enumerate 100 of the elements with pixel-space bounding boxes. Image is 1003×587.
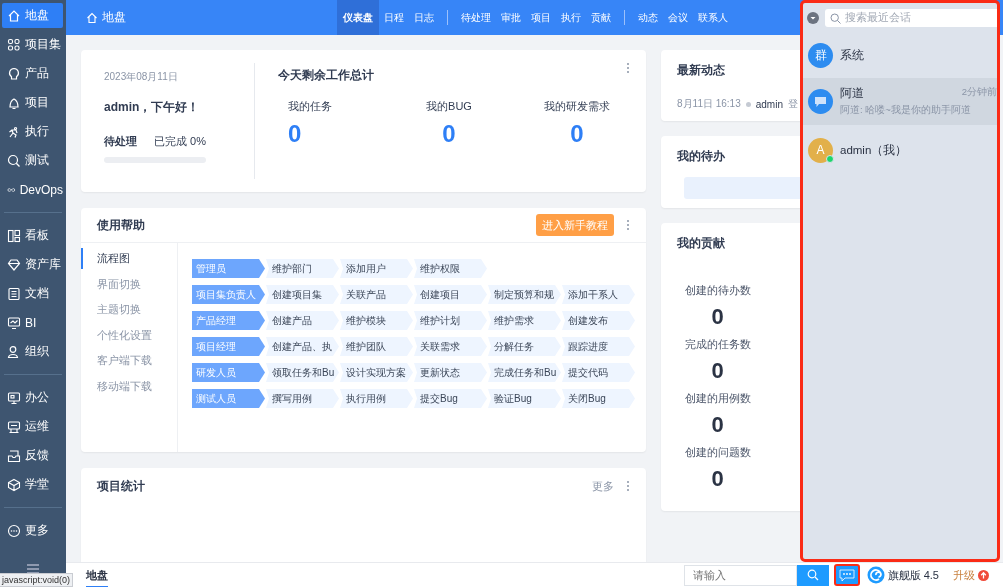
search-icon (806, 569, 819, 581)
stat-value[interactable]: 0 (442, 120, 456, 148)
sidebar-item[interactable]: 测试 (2, 148, 63, 173)
sidebar-item[interactable]: 资产库 (2, 252, 63, 277)
chat-button[interactable] (833, 564, 860, 586)
greeting-text: admin，下午好！ (104, 99, 200, 116)
card-title: 我的待办 (677, 148, 725, 165)
more-options-icon[interactable] (626, 62, 630, 74)
sidebar-item[interactable]: 更多 (2, 518, 63, 543)
stat-label: 完成的任务数 (684, 338, 751, 352)
sidebar-item[interactable]: 项目 (2, 90, 63, 115)
sidebar-item[interactable]: 反馈 (2, 443, 63, 468)
search-icon (7, 153, 21, 168)
more-link[interactable]: 更多 (592, 478, 614, 494)
stat-value[interactable]: 0 (288, 120, 302, 148)
step-chevron: 添加用户 (340, 259, 413, 278)
help-menu-item[interactable]: 主题切换 (81, 299, 177, 321)
nav-tab[interactable]: 动态 (633, 0, 663, 35)
sidebar-item[interactable]: 运维 (2, 414, 63, 439)
help-menu-item[interactable]: 流程图 (81, 248, 177, 269)
breadcrumb[interactable]: 地盘 (66, 0, 337, 35)
edition-label: 旗舰版 4.5 (887, 567, 939, 583)
sidebar-item[interactable]: BI (2, 310, 63, 335)
nav-tab[interactable]: 待处理 (456, 0, 496, 35)
upgrade-link[interactable]: 升级 (953, 567, 989, 583)
up-arrow-icon (978, 569, 989, 581)
step-chevron: 创建发布 (562, 311, 635, 330)
search-field[interactable]: 请输入 (683, 564, 797, 586)
stat-label: 我的BUG (426, 99, 472, 114)
nav-tab[interactable]: 联系人 (693, 0, 733, 35)
step-chevron: 创建产品、执 (266, 337, 339, 356)
more-icon (7, 523, 21, 538)
sidebar-item[interactable]: 组织 (2, 339, 63, 364)
step-chevron: 维护团队 (340, 337, 413, 356)
nav-tab[interactable]: 执行 (556, 0, 586, 35)
running-figure-icon (7, 124, 21, 139)
conversation-item[interactable]: 群 系统 (803, 33, 997, 77)
help-menu-item[interactable]: 个性化设置 (81, 324, 177, 346)
step-chevron: 维护需求 (488, 311, 561, 330)
pending-label: 待处理 (104, 134, 137, 149)
conversation-item[interactable]: A admin（我） (803, 128, 997, 172)
search-button[interactable] (796, 564, 829, 586)
nav-tab[interactable]: 项目 (526, 0, 556, 35)
bottom-tab[interactable]: 地盘 (86, 562, 108, 587)
collapse-icon[interactable] (807, 12, 819, 24)
stat-value: 0 (711, 412, 724, 438)
card-title: 我的贡献 (677, 235, 725, 252)
more-options-icon[interactable] (626, 480, 630, 492)
sidebar-item[interactable]: 执行 (2, 119, 63, 144)
home-icon (7, 8, 21, 23)
cube-icon (7, 477, 21, 492)
sidebar-item[interactable]: 地盘 (2, 3, 63, 28)
sidebar-item[interactable]: 看板 (2, 223, 63, 248)
tutorial-button[interactable]: 进入新手教程 (536, 214, 614, 236)
step-chevron: 创建产品 (266, 311, 339, 330)
diamond-icon (7, 257, 21, 272)
person-icon (7, 344, 21, 359)
sidebar-item[interactable]: 产品 (2, 61, 63, 86)
swirl-logo-icon (866, 566, 885, 584)
step-chevron: 创建项目集 (266, 285, 339, 304)
conversation-name: 系统 (840, 47, 864, 63)
sidebar-item[interactable]: 办公 (2, 385, 63, 410)
search-field[interactable]: 搜索最近会话 (825, 9, 997, 27)
event-user: admin (755, 98, 783, 110)
help-menu-item[interactable]: 界面切换 (81, 273, 177, 295)
monitor-icon (7, 419, 21, 434)
nav-tab[interactable]: 贡献 (586, 0, 616, 35)
step-chevron: 制定预算和规 (488, 285, 561, 304)
board-icon (7, 228, 21, 243)
step-chevron: 更新状态 (414, 363, 487, 382)
sidebar-item[interactable]: 项目集 (2, 32, 63, 57)
help-menu-item[interactable]: 移动端下载 (81, 375, 177, 397)
speech-bubble-icon (814, 95, 827, 108)
message-preview: 阿道: 哈喽~我是你的助手阿道 (840, 104, 972, 117)
role-chevron: 产品经理 (192, 311, 265, 330)
monitor-icon (7, 390, 21, 405)
date-text: 2023年08月11日 (104, 70, 178, 84)
card-title: 最新动态 (677, 62, 725, 79)
more-options-icon[interactable] (626, 219, 630, 231)
nav-tab[interactable]: 仪表盘 (337, 0, 379, 35)
step-chevron: 关联需求 (414, 337, 487, 356)
search-icon (830, 12, 841, 24)
stat-value: 0 (711, 304, 724, 330)
role-chevron: 项目集负责人 (192, 285, 265, 304)
sidebar-item[interactable]: 学堂 (2, 472, 63, 497)
nav-tab[interactable]: 审批 (496, 0, 526, 35)
stat-label: 创建的问题数 (684, 446, 751, 460)
monitor-chart-icon (7, 315, 21, 330)
nav-tab[interactable]: 日志 (409, 0, 439, 35)
sidebar-item[interactable]: DevOps (2, 177, 63, 202)
role-chevron: 研发人员 (192, 363, 265, 382)
nav-tab[interactable]: 日程 (379, 0, 409, 35)
help-menu-item[interactable]: 客户端下载 (81, 350, 177, 372)
document-icon (7, 286, 21, 301)
step-chevron: 维护模块 (340, 311, 413, 330)
nav-tab[interactable]: 会议 (663, 0, 693, 35)
stat-value[interactable]: 0 (570, 120, 584, 148)
collapse-icon[interactable] (26, 562, 40, 576)
step-chevron: 分解任务 (488, 337, 561, 356)
sidebar-item[interactable]: 文档 (2, 281, 63, 306)
